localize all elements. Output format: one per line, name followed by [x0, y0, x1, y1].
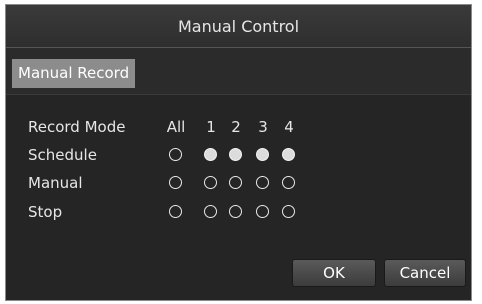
manual-radio-channel-4[interactable]	[282, 176, 295, 189]
stop-radio-all[interactable]	[169, 205, 182, 218]
record-mode-header-row: Record Mode All 1 2 3 4	[28, 117, 328, 137]
schedule-radio-channel-3[interactable]	[256, 148, 269, 161]
column-header-4: 4	[284, 118, 294, 136]
stop-radio-channel-4[interactable]	[282, 205, 295, 218]
column-header-1: 1	[206, 118, 216, 136]
record-mode-row-schedule: Schedule	[28, 145, 328, 165]
schedule-radio-all[interactable]	[169, 148, 182, 161]
column-header-all: All	[166, 118, 186, 136]
row-label-manual: Manual	[28, 174, 83, 192]
dialog-title: Manual Control	[177, 17, 300, 36]
manual-radio-channel-1[interactable]	[204, 176, 217, 189]
tab-manual-record[interactable]: Manual Record	[12, 59, 136, 88]
record-mode-row-stop: Stop	[28, 202, 328, 222]
stop-radio-channel-2[interactable]	[229, 205, 242, 218]
manual-control-dialog: Manual Control Manual Record Record Mode…	[5, 4, 472, 301]
stop-radio-channel-1[interactable]	[204, 205, 217, 218]
record-mode-row-manual: Manual	[28, 173, 328, 193]
ok-button[interactable]: OK	[292, 259, 376, 287]
cancel-button[interactable]: Cancel	[384, 259, 466, 287]
column-header-3: 3	[258, 118, 268, 136]
schedule-radio-channel-2[interactable]	[229, 148, 242, 161]
dialog-titlebar: Manual Control	[6, 5, 471, 48]
schedule-radio-channel-4[interactable]	[282, 148, 295, 161]
column-header-2: 2	[231, 118, 241, 136]
row-label-stop: Stop	[28, 203, 63, 221]
manual-radio-channel-3[interactable]	[256, 176, 269, 189]
manual-radio-all[interactable]	[169, 176, 182, 189]
stop-radio-channel-3[interactable]	[256, 205, 269, 218]
schedule-radio-channel-1[interactable]	[204, 148, 217, 161]
manual-radio-channel-2[interactable]	[229, 176, 242, 189]
record-mode-label: Record Mode	[28, 118, 126, 136]
row-label-schedule: Schedule	[28, 146, 97, 164]
